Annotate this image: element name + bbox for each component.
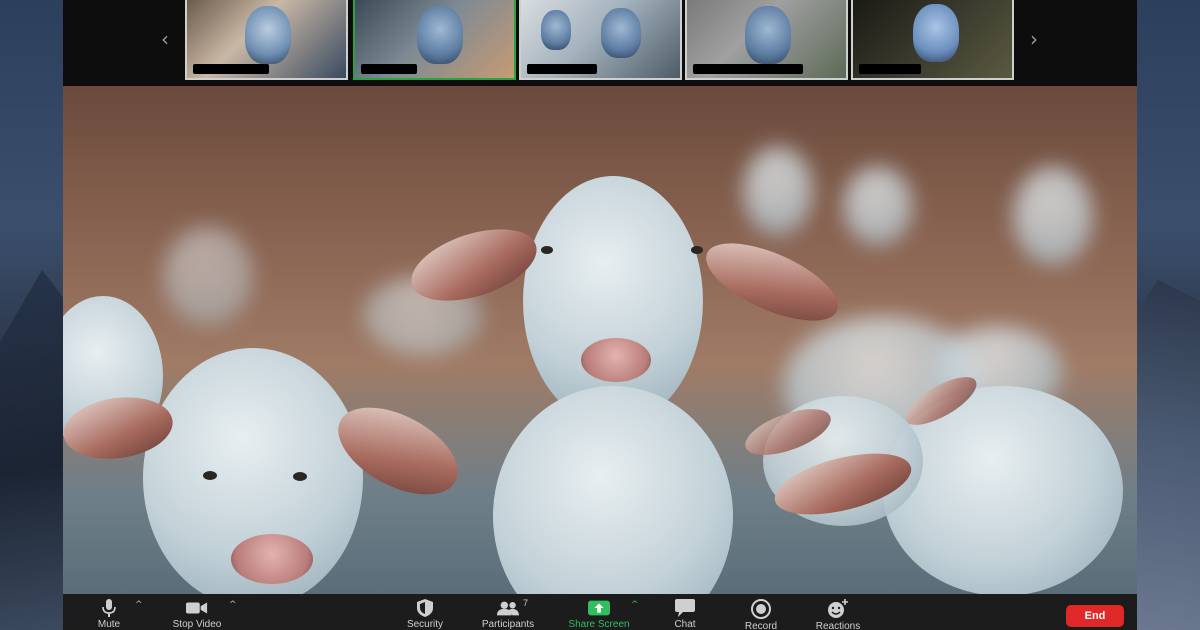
sheep-center-neck (493, 386, 733, 594)
sheep-eye (293, 472, 307, 481)
reactions-button[interactable]: Reactions (798, 594, 878, 630)
record-label: Record (744, 621, 778, 630)
chat-button[interactable]: Chat (645, 594, 725, 630)
security-button[interactable]: Security (385, 594, 465, 630)
participant-tile-active-speaker[interactable] (353, 0, 516, 80)
security-label: Security (406, 619, 444, 630)
smiley-plus-icon (827, 599, 849, 619)
participants-button[interactable]: Participants (468, 594, 548, 630)
participant-tile[interactable] (851, 0, 1014, 80)
background-sheep (743, 146, 813, 236)
chat-label: Chat (674, 619, 696, 630)
record-button[interactable]: Record (721, 594, 801, 630)
filmstrip-prev-arrow-icon[interactable]: ‹ (155, 26, 175, 52)
participant-video (913, 4, 959, 62)
background-sheep (843, 166, 913, 246)
participant-video (417, 6, 463, 64)
sheep-eye (203, 471, 217, 480)
participant-video (541, 10, 571, 50)
participants-icon (497, 599, 519, 617)
stop-video-label: Stop Video (172, 619, 222, 630)
reactions-label: Reactions (815, 621, 861, 630)
background-sheep (163, 226, 253, 326)
shield-icon (414, 599, 436, 617)
participant-tile[interactable] (185, 0, 348, 80)
microphone-icon (98, 599, 120, 617)
participant-name-bar (193, 64, 269, 74)
stop-video-button[interactable]: Stop Video (157, 594, 237, 630)
meeting-toolbar: Mute ^ Stop Video ^ Security Participant… (63, 594, 1137, 630)
participant-video (245, 6, 291, 64)
share-screen-label: Share Screen (568, 619, 630, 630)
participants-label: Participants (481, 619, 535, 630)
participant-tile[interactable] (519, 0, 682, 80)
share-screen-button[interactable]: Share Screen (559, 594, 639, 630)
zoom-meeting-window: ‹ › Mute ^ Stop Video ^ Security Partici… (63, 0, 1137, 630)
sheep-ear (695, 227, 849, 337)
wallpaper-dune-left (0, 270, 70, 630)
video-options-caret-icon[interactable]: ^ (229, 600, 237, 610)
participant-tile[interactable] (685, 0, 848, 80)
participant-video-second-person (601, 8, 641, 58)
share-screen-icon (588, 599, 610, 617)
wallpaper-dune-right (1130, 280, 1200, 630)
participant-filmstrip: ‹ › (63, 0, 1137, 86)
main-video-stage (63, 86, 1137, 594)
participant-name-bar (859, 64, 921, 74)
participant-name-bar (527, 64, 597, 74)
mute-options-caret-icon[interactable]: ^ (135, 600, 143, 610)
sheep-eye (691, 246, 703, 254)
video-camera-icon (186, 599, 208, 617)
participant-video (745, 6, 791, 64)
share-options-caret-icon[interactable]: ^ (631, 600, 639, 610)
participant-name-bar (693, 64, 803, 74)
sheep-eye (541, 246, 553, 254)
record-icon (750, 599, 772, 619)
background-sheep (1013, 166, 1093, 266)
sheep-nose (581, 338, 651, 382)
end-meeting-button[interactable]: End (1066, 605, 1124, 627)
sheep-nose (231, 534, 313, 584)
mute-label: Mute (97, 619, 121, 630)
participant-name-bar (361, 64, 417, 74)
participants-count: 7 (523, 598, 529, 608)
chat-bubble-icon (674, 599, 696, 617)
filmstrip-next-arrow-icon[interactable]: › (1024, 26, 1044, 52)
